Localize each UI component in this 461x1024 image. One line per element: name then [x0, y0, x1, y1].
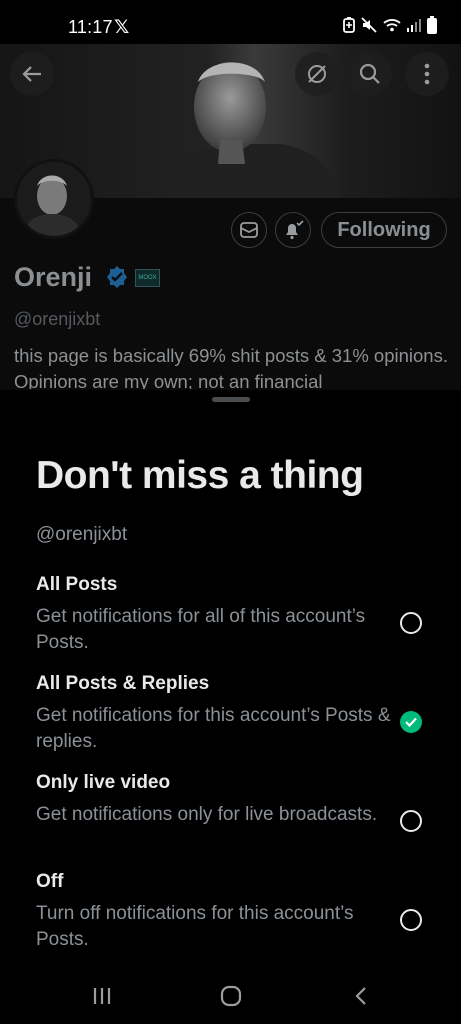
more-vertical-icon [424, 63, 430, 85]
notifications-button[interactable] [275, 212, 311, 248]
back-button[interactable] [10, 52, 54, 96]
option-title: Only live video [36, 772, 171, 793]
option-title: All Posts & Replies [36, 673, 210, 694]
search-icon [359, 63, 380, 84]
checkmark-icon [405, 717, 417, 727]
option-title: Off [36, 871, 64, 892]
more-button[interactable] [405, 52, 449, 96]
affiliate-badge[interactable]: MOOX [135, 269, 160, 287]
battery-saver-icon [343, 17, 355, 38]
sheet-handle: @orenjixbt [36, 524, 128, 545]
status-icons [343, 16, 437, 39]
radio-selected[interactable] [400, 711, 422, 733]
recent-apps-icon [93, 988, 111, 1004]
search-button[interactable] [348, 52, 392, 96]
option-all-posts[interactable]: All Posts Get notifications for all of t… [36, 574, 436, 656]
nav-back-button[interactable] [349, 984, 373, 1008]
option-all-posts-replies[interactable]: All Posts & Replies Get notifications fo… [36, 673, 436, 755]
mail-icon [240, 222, 258, 238]
signal-icon [407, 18, 421, 37]
option-description: Get notifications for all of this accoun… [36, 606, 366, 653]
home-button[interactable] [219, 984, 243, 1008]
profile-bio: this page is basically 69% shit posts & … [14, 345, 448, 389]
bell-icon [286, 220, 304, 240]
notification-settings-sheet: Don't miss a thing @orenjixbt All Posts … [0, 390, 461, 966]
verified-badge-icon [107, 266, 127, 288]
profile-handle: @orenjixbt [14, 309, 101, 329]
status-bar: 11:17 𝕏 [0, 0, 461, 44]
recent-apps-button[interactable] [90, 984, 114, 1008]
radio-unselected[interactable] [400, 810, 422, 832]
option-description: Get notifications only for live broadcas… [36, 804, 378, 825]
sheet-drag-handle[interactable] [212, 397, 250, 402]
radio-unselected[interactable] [400, 909, 422, 931]
grok-icon [308, 65, 326, 83]
home-icon [220, 985, 242, 1007]
status-time: 11:17 [68, 17, 113, 37]
option-off[interactable]: Off Turn off notifications for this acco… [36, 871, 436, 953]
message-button[interactable] [231, 212, 267, 248]
radio-unselected[interactable] [400, 612, 422, 634]
option-description: Get notifications for this account’s Pos… [36, 705, 391, 752]
system-nav-bar [0, 966, 461, 1024]
battery-icon [427, 16, 437, 39]
wifi-icon [383, 18, 401, 37]
mute-icon [361, 17, 377, 38]
option-only-live-video[interactable]: Only live video Get notifications only f… [36, 772, 436, 832]
profile-header: Following Orenji MOOX @orenjixbt this pa… [0, 44, 461, 400]
back-icon [355, 987, 366, 1005]
avatar[interactable] [14, 159, 94, 239]
option-description: Turn off notifications for this account’… [36, 903, 354, 950]
back-arrow-icon [22, 66, 41, 82]
avatar-image [17, 162, 91, 236]
grok-button[interactable] [295, 52, 339, 96]
option-title: All Posts [36, 574, 118, 595]
following-button[interactable]: Following [321, 212, 447, 248]
sheet-title: Don't miss a thing [36, 454, 364, 497]
profile-name: Orenji [14, 262, 93, 292]
x-logo-icon: 𝕏 [114, 17, 130, 38]
